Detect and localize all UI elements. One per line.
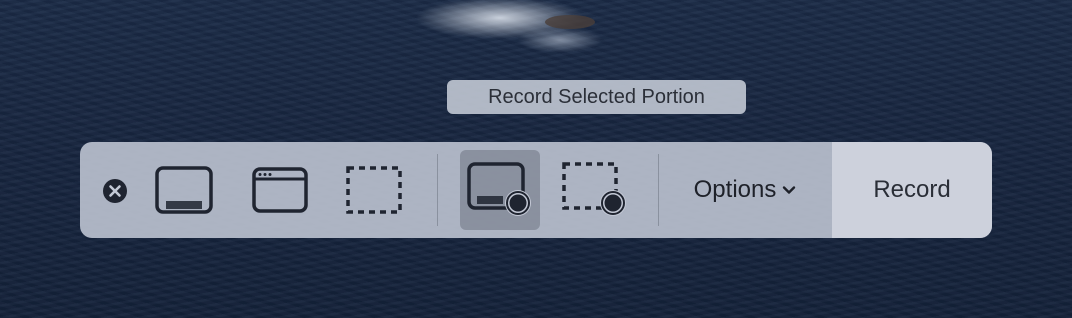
toolbar-separator xyxy=(658,154,659,226)
capture-selected-window-button[interactable] xyxy=(240,150,320,230)
wallpaper-rock xyxy=(545,15,595,29)
options-button[interactable]: Options xyxy=(670,150,820,230)
tooltip-text: Record Selected Portion xyxy=(488,86,705,108)
capture-entire-screen-icon xyxy=(155,166,213,214)
options-label: Options xyxy=(693,176,777,203)
tooltip: Record Selected Portion xyxy=(447,80,746,114)
record-button[interactable]: Record xyxy=(832,142,992,238)
record-selected-portion-button[interactable] xyxy=(555,150,635,230)
close-button[interactable] xyxy=(102,178,128,204)
record-entire-screen-icon xyxy=(467,162,531,216)
capture-selected-portion-button[interactable] xyxy=(334,150,414,230)
capture-selected-portion-icon xyxy=(346,166,402,214)
chevron-down-icon xyxy=(782,185,796,195)
toolbar-separator xyxy=(437,154,438,226)
capture-selected-window-icon xyxy=(252,167,308,213)
screenshot-toolbar: Options Record xyxy=(80,142,992,238)
capture-entire-screen-button[interactable] xyxy=(144,150,224,230)
record-selected-portion-icon xyxy=(562,162,626,216)
desktop-wallpaper: Record Selected Portion Options Record xyxy=(0,0,1072,318)
record-entire-screen-button[interactable] xyxy=(460,150,540,230)
close-circle-icon xyxy=(103,179,127,203)
record-label: Record xyxy=(873,176,951,203)
